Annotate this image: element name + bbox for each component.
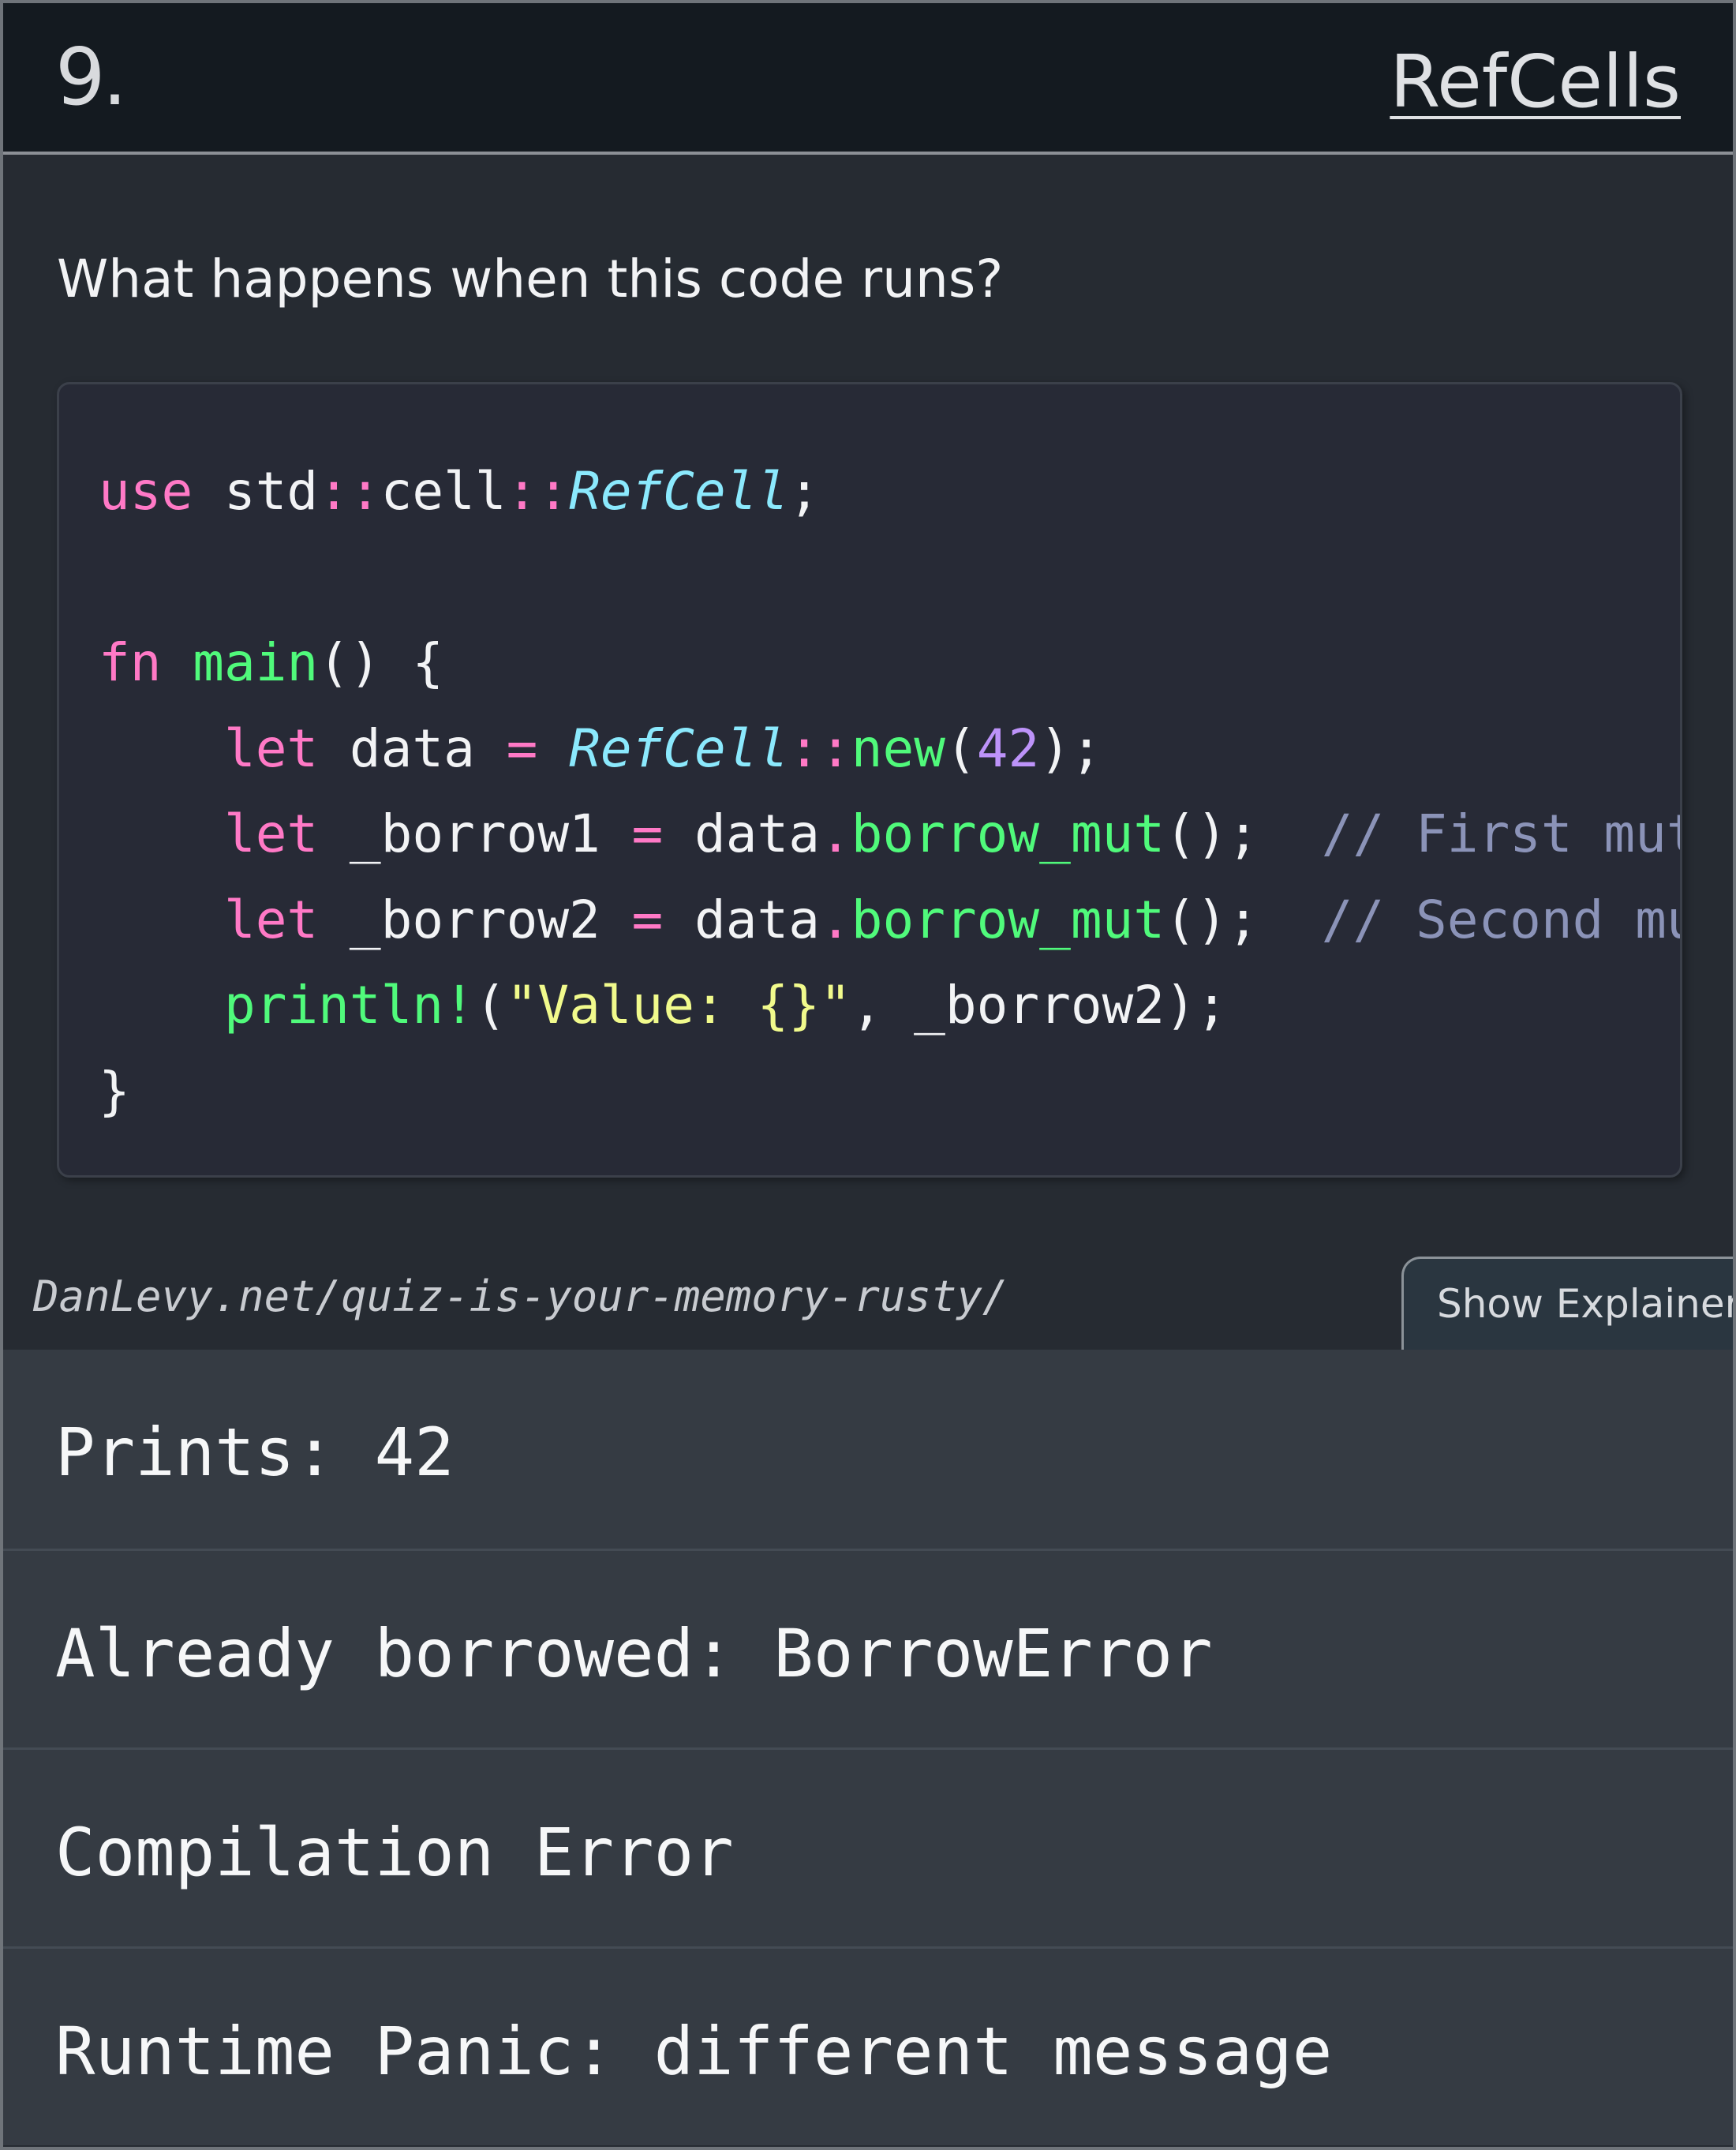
code-block: use std::cell::RefCell; fn main() { let … bbox=[57, 382, 1682, 1178]
source-url: DanLevy.net/quiz-is-your-memory-rusty/ bbox=[33, 1272, 1008, 1321]
code-line-6: let _borrow2 = data.borrow_mut(); // Sec… bbox=[223, 889, 1682, 950]
answer-option-label: Runtime Panic: different message bbox=[55, 2013, 1333, 2090]
answer-option-1[interactable]: Prints: 42 bbox=[3, 1350, 1733, 1549]
question-number: 9. bbox=[55, 31, 127, 123]
quiz-header: 9. RefCells bbox=[3, 3, 1733, 155]
code-content: use std::cell::RefCell; fn main() { let … bbox=[99, 449, 1682, 1134]
code-line-4: let data = RefCell::new(42); bbox=[223, 717, 1102, 779]
answer-option-4[interactable]: Runtime Panic: different message bbox=[3, 1946, 1733, 2145]
answer-list: Prints: 42 Already borrowed: BorrowError… bbox=[3, 1350, 1733, 2145]
question-prompt: What happens when this code runs? bbox=[57, 249, 1004, 309]
quiz-card: 9. RefCells What happens when this code … bbox=[0, 0, 1736, 2150]
code-line-8: } bbox=[99, 1060, 130, 1122]
answer-option-2[interactable]: Already borrowed: BorrowError bbox=[3, 1549, 1733, 1747]
answer-option-label: Prints: 42 bbox=[55, 1414, 455, 1491]
question-title-link[interactable]: RefCells bbox=[1390, 43, 1681, 122]
code-line-5: let _borrow1 = data.borrow_mut(); // Fir… bbox=[223, 803, 1682, 864]
show-explainer-button[interactable]: Show Explainer bbox=[1401, 1257, 1733, 1353]
answer-option-label: Compilation Error bbox=[55, 1814, 734, 1891]
code-line-1: use std::cell::RefCell; bbox=[99, 461, 820, 522]
answer-option-label: Already borrowed: BorrowError bbox=[55, 1615, 1213, 1692]
code-line-7: println!("Value: {}", _borrow2); bbox=[223, 975, 1228, 1036]
code-line-3: fn main() { bbox=[99, 632, 444, 693]
answer-option-3[interactable]: Compilation Error bbox=[3, 1747, 1733, 1946]
